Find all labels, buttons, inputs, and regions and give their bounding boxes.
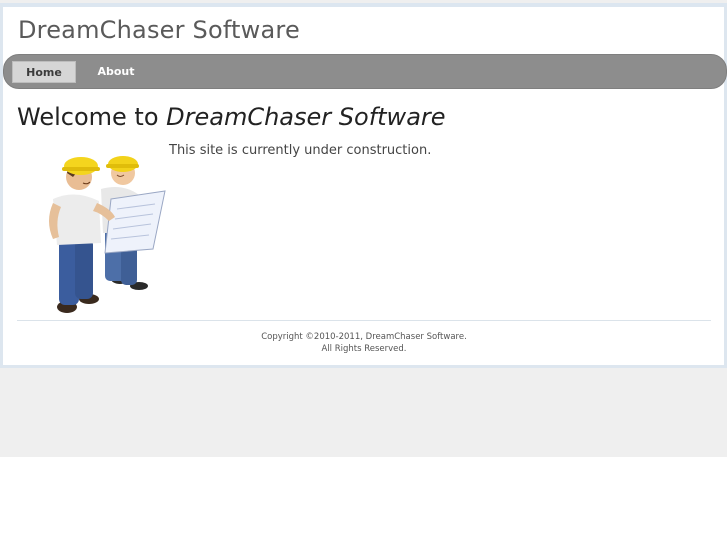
main-navbar: Home About [3,54,727,89]
nav-about-tab[interactable]: About [84,61,148,83]
blueprint-sheet [104,190,166,254]
welcome-heading-prefix: Welcome to [17,103,167,131]
footer-copyright: Copyright ©2010-2011, DreamChaser Softwa… [261,332,467,342]
construction-message: This site is currently under constructio… [169,143,432,158]
welcome-heading-site-name: DreamChaser Software [166,103,446,131]
footer: Copyright ©2010-2011, DreamChaser Softwa… [17,331,711,355]
site-title: DreamChaser Software [18,16,300,44]
construction-workers-icon [43,147,173,319]
nav-home-tab[interactable]: Home [12,61,76,83]
footer-rights: All Rights Reserved. [321,344,407,354]
page-container: DreamChaser Software Home About Welcome … [0,3,727,368]
welcome-heading: Welcome to DreamChaser Software [17,103,446,131]
footer-divider [17,320,711,321]
